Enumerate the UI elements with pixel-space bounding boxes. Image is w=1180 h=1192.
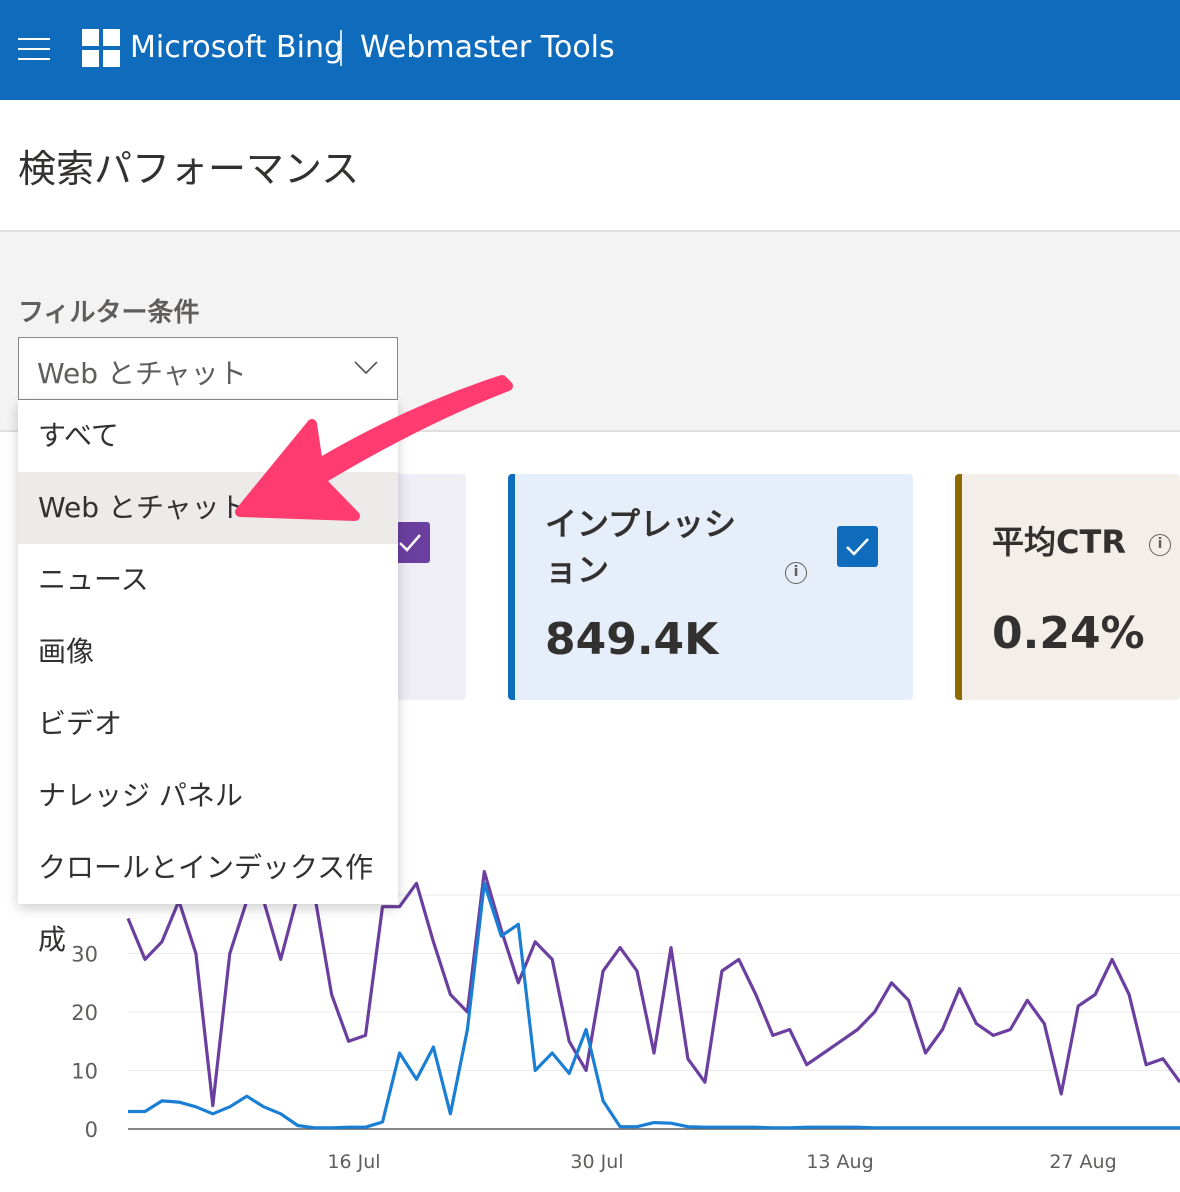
y-tick-label: 10 xyxy=(71,1060,98,1084)
ctr-value: 0.24% xyxy=(992,608,1145,659)
filter-label: フィルター条件 xyxy=(18,298,200,328)
top-bar: Microsoft Bing Webmaster Tools xyxy=(0,0,1180,100)
info-icon[interactable]: i xyxy=(785,562,807,584)
page-title: 検索パフォーマンス xyxy=(18,147,360,191)
x-tick-label: 27 Aug xyxy=(1049,1151,1116,1173)
x-tick-label: 30 Jul xyxy=(570,1151,623,1173)
microsoft-logo-icon xyxy=(82,29,120,67)
filter-select[interactable]: Web とチャット xyxy=(18,337,398,400)
filter-option-images[interactable]: 画像 xyxy=(18,616,398,688)
ctr-card[interactable]: 平均CTR i 0.24% xyxy=(955,474,1180,700)
impressions-card[interactable]: インプレッシ ョン i 849.4K xyxy=(508,474,913,700)
filter-option-video[interactable]: ビデオ xyxy=(18,688,398,760)
impressions-title-line2: ョン xyxy=(545,551,610,589)
y-tick-label: 0 xyxy=(85,1118,98,1142)
impressions-title-line1: インプレッシ xyxy=(545,505,737,543)
info-icon[interactable]: i xyxy=(1149,534,1171,556)
header-divider xyxy=(340,30,342,66)
impressions-checkbox[interactable] xyxy=(837,526,878,567)
filter-option-knowledge-panel[interactable]: ナレッジ パネル xyxy=(18,760,398,832)
x-tick-label: 13 Aug xyxy=(806,1151,873,1173)
y-tick-label: 30 xyxy=(71,943,98,967)
impressions-series-line xyxy=(128,881,1180,1130)
filter-dropdown: すべて Web とチャット ニュース 画像 ビデオ ナレッジ パネル クロールと… xyxy=(18,400,398,956)
checkmark-icon xyxy=(846,538,869,556)
filter-option-web-chat[interactable]: Web とチャット xyxy=(18,472,398,544)
brand-name[interactable]: Microsoft Bing xyxy=(130,28,343,68)
filter-select-value: Web とチャット xyxy=(37,357,247,390)
hamburger-menu-icon[interactable] xyxy=(18,38,50,60)
product-name[interactable]: Webmaster Tools xyxy=(360,28,615,68)
filter-option-all[interactable]: すべて xyxy=(18,400,398,472)
impressions-value: 849.4K xyxy=(545,614,719,665)
filter-option-crawl-index[interactable]: クロールとインデックス作成 xyxy=(18,832,398,956)
filter-option-news[interactable]: ニュース xyxy=(18,544,398,616)
chevron-down-icon xyxy=(354,361,378,375)
title-bar: 検索パフォーマンス xyxy=(0,100,1180,232)
ctr-title: 平均CTR xyxy=(992,523,1126,561)
y-tick-label: 20 xyxy=(71,1001,98,1025)
x-tick-label: 16 Jul xyxy=(327,1151,380,1173)
